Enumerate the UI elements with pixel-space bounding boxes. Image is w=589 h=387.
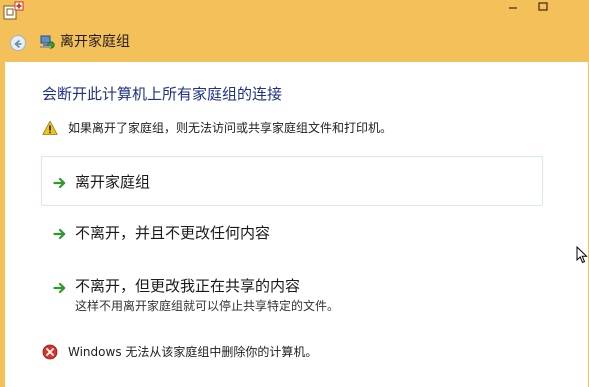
- mouse-cursor-icon: [576, 246, 588, 264]
- change-sharing-option[interactable]: 不离开，但更改我正在共享的内容 这样不用离开家庭组就可以停止共享特定的文件。: [41, 267, 543, 317]
- homegroup-app-icon[interactable]: [2, 1, 24, 21]
- main-heading: 会断开此计算机上所有家庭组的连接: [42, 85, 283, 103]
- main-content: 会断开此计算机上所有家庭组的连接 如果离开了家庭组，则无法访问或共享家庭组文件和…: [5, 62, 588, 387]
- warning-text: 如果离开了家庭组，则无法访问或共享家庭组文件和打印机。: [68, 121, 393, 135]
- back-arrow-icon: [14, 39, 22, 49]
- page-title: 离开家庭组: [60, 34, 130, 50]
- green-arrow-icon: [53, 228, 66, 240]
- homegroup-icon: [40, 35, 55, 49]
- leave-homegroup-option[interactable]: 离开家庭组: [41, 156, 543, 206]
- option-label: 离开家庭组: [75, 173, 151, 191]
- error-text: Windows 无法从该家庭组中删除你的计算机。: [68, 345, 318, 359]
- homegroup-window: 离开家庭组 会断开此计算机上所有家庭组的连接 如果离开了家庭组，则无法访问或共享…: [0, 0, 589, 387]
- minimize-button[interactable]: [500, 0, 526, 14]
- title-bar[interactable]: [0, 0, 589, 22]
- option-label: 不离开，但更改我正在共享的内容: [75, 277, 301, 295]
- option-description: 这样不用离开家庭组就可以停止共享特定的文件。: [75, 299, 340, 313]
- error-icon: [42, 344, 58, 360]
- option-label: 不离开，并且不更改任何内容: [75, 224, 271, 242]
- navigation-bar: 离开家庭组: [0, 22, 589, 62]
- back-button[interactable]: [10, 35, 26, 51]
- warning-icon: [42, 120, 58, 135]
- green-arrow-icon: [53, 177, 66, 189]
- green-arrow-icon: [53, 282, 66, 294]
- maximize-button[interactable]: [530, 0, 556, 14]
- do-not-leave-option[interactable]: 不离开，并且不更改任何内容: [41, 214, 543, 250]
